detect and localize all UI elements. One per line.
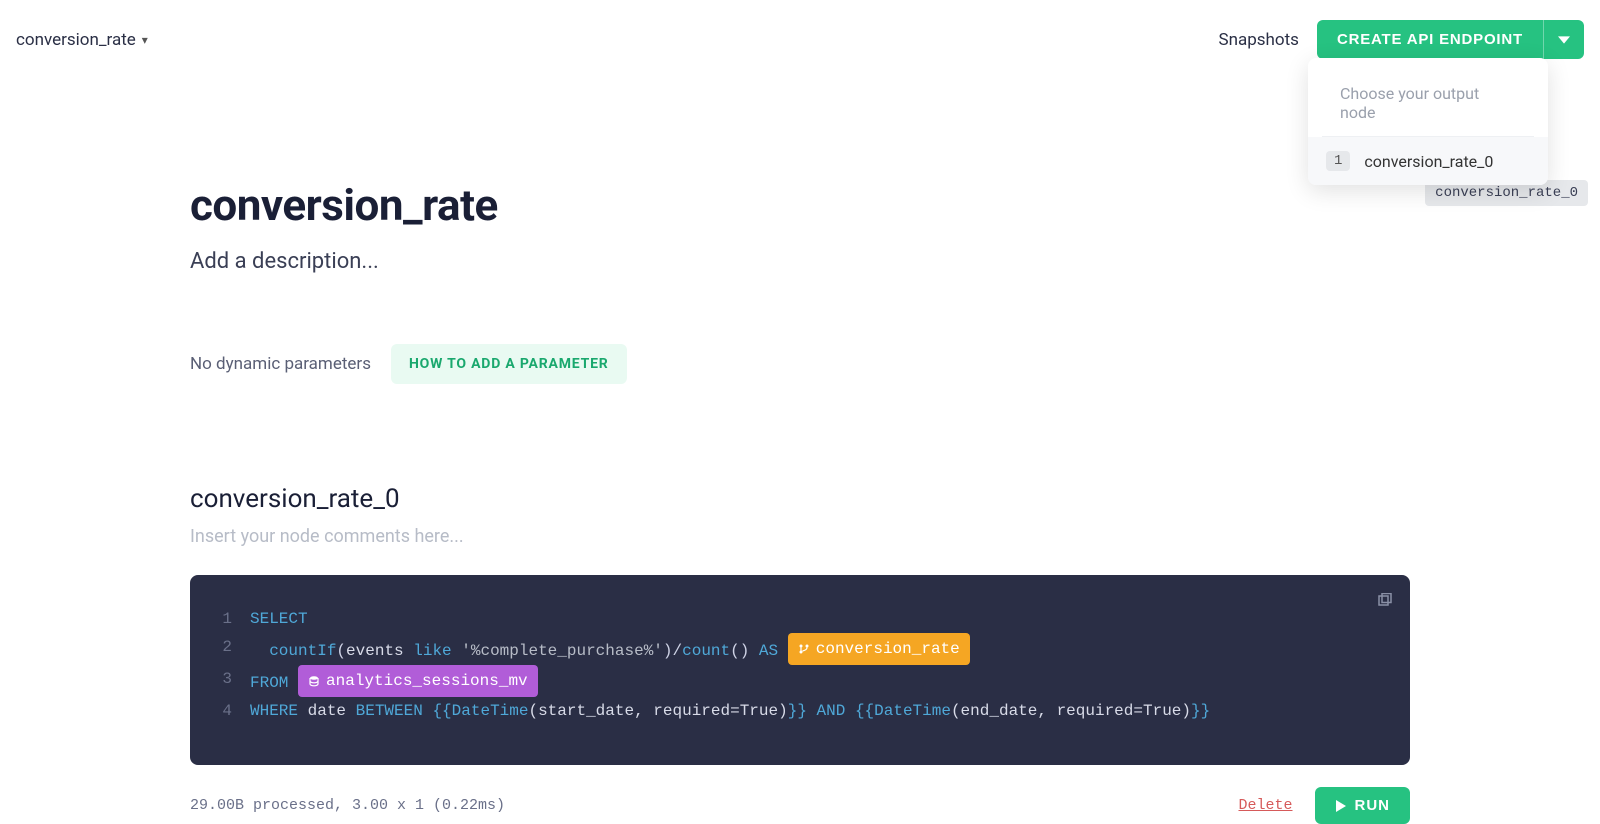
page-title: conversion_rate: [190, 179, 1410, 231]
code-content: FROM analytics_sessions_mv: [250, 665, 538, 697]
line-number: 2: [210, 633, 250, 665]
output-node-dropdown: Choose your output node 1 conversion_rat…: [1308, 58, 1548, 185]
query-stats: 29.00B processed, 3.00 x 1 (0.22ms): [190, 797, 505, 814]
copy-button[interactable]: [1376, 591, 1392, 619]
breadcrumb-label: conversion_rate: [16, 30, 136, 50]
create-endpoint-group: CREATE API ENDPOINT: [1317, 20, 1584, 59]
run-label: RUN: [1355, 797, 1391, 814]
dropdown-item-conversion-rate-0[interactable]: 1 conversion_rate_0: [1308, 137, 1548, 185]
how-to-add-parameter-button[interactable]: HOW TO ADD A PARAMETER: [391, 344, 627, 384]
create-api-endpoint-button[interactable]: CREATE API ENDPOINT: [1317, 20, 1543, 59]
dropdown-item-number: 1: [1326, 151, 1350, 171]
breadcrumb[interactable]: conversion_rate ▾: [16, 30, 148, 50]
node-comments-input[interactable]: Insert your node comments here...: [190, 526, 1410, 547]
create-api-endpoint-caret[interactable]: [1543, 20, 1584, 59]
editor-footer: 29.00B processed, 3.00 x 1 (0.22ms) Dele…: [190, 787, 1410, 824]
branch-icon: [798, 643, 810, 655]
dropdown-label: Choose your output node: [1322, 76, 1534, 137]
description-input[interactable]: Add a description...: [190, 249, 1410, 274]
run-button[interactable]: RUN: [1315, 787, 1411, 824]
dropdown-item-label: conversion_rate_0: [1364, 152, 1493, 171]
line-number: 4: [210, 697, 250, 725]
node-title: conversion_rate_0: [190, 484, 1410, 514]
database-icon: [308, 675, 320, 687]
conversion-rate-pill[interactable]: conversion_rate: [788, 633, 970, 665]
sql-editor[interactable]: 1 SELECT 2 countIf(events like '%complet…: [190, 575, 1410, 765]
params-row: No dynamic parameters HOW TO ADD A PARAM…: [190, 344, 1410, 384]
code-line-3: 3 FROM analytics_sessions_mv: [210, 665, 1390, 697]
delete-button[interactable]: Delete: [1238, 797, 1292, 814]
no-params-text: No dynamic parameters: [190, 354, 371, 374]
code-content: WHERE date BETWEEN {{DateTime(start_date…: [250, 697, 1210, 725]
code-line-1: 1 SELECT: [210, 605, 1390, 633]
snapshots-link[interactable]: Snapshots: [1219, 30, 1299, 50]
line-number: 1: [210, 605, 250, 633]
chevron-down-icon: ▾: [142, 33, 148, 47]
code-content: SELECT: [250, 605, 308, 633]
analytics-sessions-mv-pill[interactable]: analytics_sessions_mv: [298, 665, 538, 697]
play-icon: [1335, 800, 1347, 812]
code-content: countIf(events like '%complete_purchase%…: [250, 633, 970, 665]
top-actions: Snapshots CREATE API ENDPOINT: [1219, 20, 1585, 59]
main-content: conversion_rate Add a description... No …: [190, 59, 1410, 824]
topbar: conversion_rate ▾ Snapshots CREATE API E…: [0, 0, 1600, 59]
code-line-2: 2 countIf(events like '%complete_purchas…: [210, 633, 1390, 665]
chevron-down-icon: [1558, 34, 1570, 46]
copy-icon: [1376, 593, 1392, 609]
code-line-4: 4 WHERE date BETWEEN {{DateTime(start_da…: [210, 697, 1390, 725]
line-number: 3: [210, 665, 250, 697]
footer-actions: Delete RUN: [1238, 787, 1410, 824]
